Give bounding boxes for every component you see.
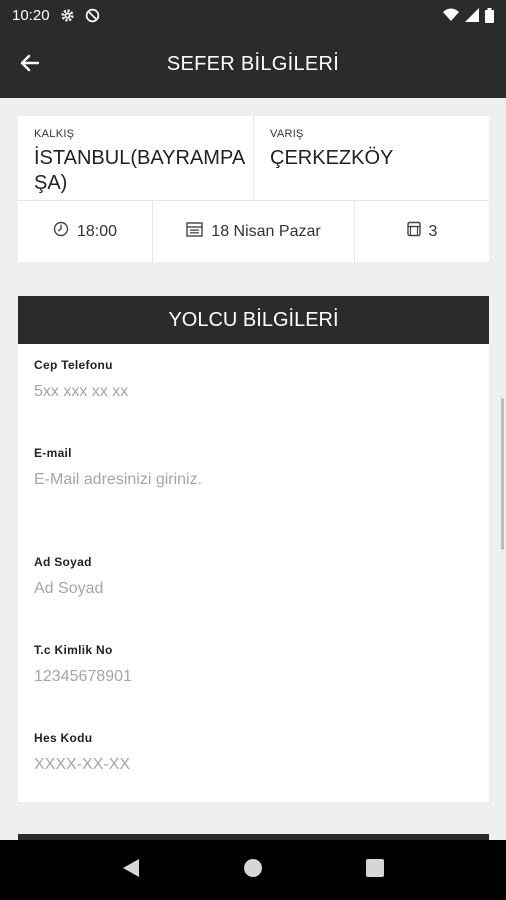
tc-id-input[interactable] [34, 668, 474, 686]
status-bar: 10:20 [0, 0, 506, 30]
circle-home-icon [243, 858, 263, 883]
clock-icon [53, 221, 69, 242]
calendar-icon [186, 221, 203, 242]
passenger-section-title: YOLCU BİLGİLERİ [18, 296, 489, 344]
arrival-section: VARIŞ ÇERKEZKÖY [254, 116, 489, 200]
departure-section: KALKIŞ İSTANBUL(BAYRAMPAŞA) [18, 116, 254, 200]
tc-id-field: T.c Kimlik No [34, 643, 474, 686]
departure-label: KALKIŞ [34, 128, 75, 140]
status-time: 10:20 [12, 6, 50, 24]
arrival-label: VARIŞ [270, 128, 304, 140]
departure-value: İSTANBUL(BAYRAMPAŞA) [34, 147, 246, 194]
name-field: Ad Soyad [34, 555, 474, 598]
wifi-icon [443, 8, 459, 22]
page-title: SEFER BİLGİLERİ [166, 52, 340, 75]
dnd-icon [85, 8, 100, 23]
name-input[interactable] [34, 580, 474, 598]
seat-value: 3 [428, 222, 438, 240]
battery-icon [485, 7, 494, 23]
back-button[interactable] [16, 52, 42, 78]
date-value: 18 Nisan Pazar [211, 222, 321, 240]
email-input[interactable] [34, 471, 474, 489]
nav-home-button[interactable] [233, 850, 273, 890]
hes-code-field: Hes Kodu [34, 731, 474, 774]
departure-time: 18:00 [18, 201, 153, 262]
hes-code-input[interactable] [34, 756, 474, 774]
main-content[interactable]: KALKIŞ İSTANBUL(BAYRAMPAŞA) VARIŞ ÇERKEZ… [0, 98, 506, 840]
email-label: E-mail [34, 446, 72, 460]
nav-back-button[interactable] [111, 850, 151, 890]
passenger-form: YOLCU BİLGİLERİ Cep Telefonu E-mail Ad S… [18, 296, 489, 802]
square-recents-icon [366, 858, 384, 882]
arrow-back-icon [19, 54, 40, 77]
app-bar: SEFER BİLGİLERİ [0, 30, 506, 98]
phone-label: Cep Telefonu [34, 358, 113, 372]
seat-number: 3 [355, 201, 489, 262]
scrollbar[interactable] [501, 398, 504, 550]
settings-icon [60, 8, 75, 23]
signal-icon [465, 8, 479, 22]
time-value: 18:00 [76, 222, 118, 240]
route-card: KALKIŞ İSTANBUL(BAYRAMPAŞA) VARIŞ ÇERKEZ… [18, 116, 489, 262]
hes-code-label: Hes Kodu [34, 731, 93, 745]
departure-date: 18 Nisan Pazar [153, 201, 355, 262]
email-field: E-mail [34, 446, 474, 489]
tc-id-label: T.c Kimlik No [34, 643, 113, 657]
arrival-value: ÇERKEZKÖY [270, 147, 394, 169]
phone-field: Cep Telefonu [34, 358, 474, 401]
phone-input[interactable] [34, 383, 474, 401]
navigation-bar [0, 840, 506, 900]
seat-icon [406, 221, 421, 242]
triangle-back-icon [122, 858, 140, 883]
nav-recents-button[interactable] [355, 850, 395, 890]
name-label: Ad Soyad [34, 555, 92, 569]
